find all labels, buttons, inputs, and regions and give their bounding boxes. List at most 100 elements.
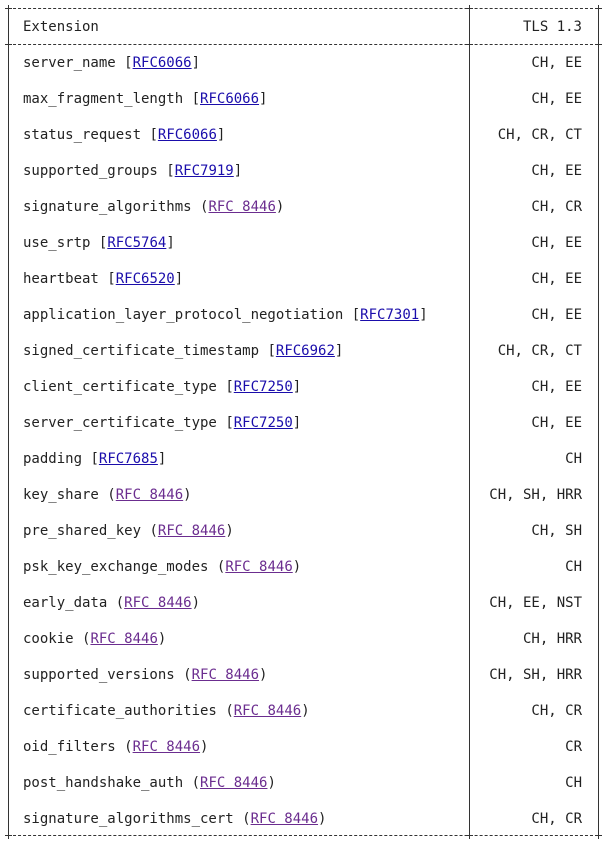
ref-open-bracket: ( (191, 775, 201, 791)
extension-name: oid_filters (23, 739, 116, 755)
extension-name: key_share (23, 487, 99, 503)
ref-close-bracket: ] (419, 307, 428, 323)
tls-messages-cell: CH, EE (531, 307, 582, 323)
extension-cell: supported_groups [RFC7919] (23, 161, 242, 181)
table-row: supported_groups [RFC7919] CH, EE (0, 153, 607, 189)
table-row: key_share (RFC 8446) CH, SH, HRR (0, 477, 607, 513)
rfc-reference-link[interactable]: RFC 8446 (124, 595, 191, 611)
tls-messages-cell: CH, CR, CT (497, 343, 582, 359)
ref-close-bracket: ] (216, 127, 226, 143)
extension-cell: oid_filters (RFC 8446) (23, 737, 208, 757)
rfc-reference-link[interactable]: RFC 8446 (158, 523, 225, 539)
rfc-reference-link[interactable]: RFC7250 (234, 415, 293, 431)
extension-cell: signature_algorithms_cert (RFC 8446) (23, 809, 326, 829)
tls-messages-cell: CH, EE (531, 55, 582, 71)
tls-messages-cell: CH, CR (531, 199, 582, 215)
ref-close-bracket: ) (191, 595, 201, 611)
tls-messages-cell: CH, SH (531, 523, 582, 539)
extension-cell: padding [RFC7685] (23, 449, 166, 469)
rfc-reference-link[interactable]: RFC7250 (234, 379, 293, 395)
extension-cell: psk_key_exchange_modes (RFC 8446) (23, 557, 301, 577)
rfc-reference-link[interactable]: RFC 8446 (133, 739, 200, 755)
extension-name: post_handshake_auth (23, 775, 184, 791)
extension-name: application_layer_protocol_negotiation (23, 307, 344, 323)
extension-cell: cookie (RFC 8446) (23, 629, 166, 649)
rfc-reference-link[interactable]: RFC7685 (99, 451, 158, 467)
ref-open-bracket: ( (242, 811, 251, 827)
ref-open-bracket: [ (351, 307, 361, 323)
rfc-reference-link[interactable]: RFC6066 (133, 55, 192, 71)
rfc-reference-link[interactable]: RFC 8446 (116, 487, 183, 503)
extension-cell: signature_algorithms (RFC 8446) (23, 197, 284, 217)
ref-close-bracket: ) (183, 487, 192, 503)
ref-open-bracket: [ (124, 55, 133, 71)
rfc-reference-link[interactable]: RFC 8446 (90, 631, 157, 647)
extension-name: supported_groups (23, 163, 158, 179)
tls-messages-cell: CH, EE (531, 235, 582, 251)
extension-name: signature_algorithms (23, 199, 192, 215)
table-row: server_name [RFC6066] CH, EE (0, 45, 607, 81)
ref-close-bracket: ] (334, 343, 344, 359)
rfc-reference-link[interactable]: RFC5764 (107, 235, 166, 251)
table-row: status_request [RFC6066] CH, CR, CT (0, 117, 607, 153)
extension-name: signature_algorithms_cert (23, 811, 234, 827)
table-row: padding [RFC7685] CH (0, 441, 607, 477)
table-row: post_handshake_auth (RFC 8446) CH (0, 765, 607, 801)
extension-name: padding (23, 451, 83, 467)
ref-open-bracket: ( (225, 703, 234, 719)
table-row: client_certificate_type [RFC7250] CH, EE (0, 369, 607, 405)
rfc-reference-link[interactable]: RFC6520 (116, 271, 175, 287)
tls-messages-cell: CH, EE (531, 379, 582, 395)
table-row: heartbeat [RFC6520] CH, EE (0, 261, 607, 297)
tls-messages-cell: CH, EE (531, 271, 582, 287)
ref-close-bracket: ] (259, 91, 268, 107)
ref-open-bracket: [ (166, 163, 175, 179)
extension-cell: server_name [RFC6066] (23, 53, 200, 73)
ref-open-bracket: ( (183, 667, 192, 683)
extension-cell: max_fragment_length [RFC6066] (23, 89, 267, 109)
header-extension: Extension (23, 19, 99, 35)
ref-open-bracket: [ (149, 127, 158, 143)
rfc-reference-link[interactable]: RFC6066 (200, 91, 259, 107)
ref-open-bracket: [ (107, 271, 116, 287)
tls-messages-cell: CH (565, 451, 582, 467)
extension-cell: application_layer_protocol_negotiation [… (23, 305, 428, 325)
extension-cell: signed_certificate_timestamp [RFC6962] (23, 341, 343, 361)
tls-messages-cell: CH, EE (531, 91, 582, 107)
ref-close-bracket: ) (292, 559, 302, 575)
ref-close-bracket: ] (157, 451, 167, 467)
table-row: signature_algorithms (RFC 8446) CH, CR (0, 189, 607, 225)
rfc-reference-link[interactable]: RFC 8446 (200, 775, 267, 791)
extension-name: client_certificate_type (23, 379, 217, 395)
rfc-reference-link[interactable]: RFC6962 (276, 343, 335, 359)
tls-messages-cell: CH, EE (531, 415, 582, 431)
extensions-table: Extension TLS 1.3 server_name [RFC6066] C… (0, 0, 607, 846)
table-row: early_data (RFC 8446) CH, EE, NST (0, 585, 607, 621)
rfc-reference-link[interactable]: RFC 8446 (225, 559, 292, 575)
extension-name: cookie (23, 631, 74, 647)
ref-close-bracket: ) (318, 811, 327, 827)
ref-close-bracket: ) (200, 739, 209, 755)
ref-close-bracket: ) (157, 631, 167, 647)
top-border (8, 8, 598, 9)
rfc-reference-link[interactable]: RFC6066 (158, 127, 217, 143)
extension-name: server_certificate_type (23, 415, 217, 431)
rfc-reference-link[interactable]: RFC7919 (175, 163, 234, 179)
tls-messages-cell: CR (565, 739, 582, 755)
extension-cell: pre_shared_key (RFC 8446) (23, 521, 234, 541)
rfc-reference-link[interactable]: RFC 8446 (192, 667, 259, 683)
rfc-reference-link[interactable]: RFC 8446 (208, 199, 275, 215)
extension-name: signed_certificate_timestamp (23, 343, 260, 359)
extension-name: status_request (23, 127, 142, 143)
extension-cell: supported_versions (RFC 8446) (23, 665, 267, 685)
table-row: max_fragment_length [RFC6066] CH, EE (0, 81, 607, 117)
table-row: supported_versions (RFC 8446) CH, SH, HRR (0, 657, 607, 693)
rfc-reference-link[interactable]: RFC 8446 (234, 703, 301, 719)
ref-open-bracket: ( (124, 739, 133, 755)
tls-messages-cell: CH, HRR (522, 631, 582, 647)
ref-close-bracket: ] (191, 55, 201, 71)
rfc-reference-link[interactable]: RFC7301 (360, 307, 419, 323)
ref-open-bracket: [ (225, 379, 234, 395)
rfc-reference-link[interactable]: RFC 8446 (251, 811, 318, 827)
extension-name: psk_key_exchange_modes (23, 559, 209, 575)
